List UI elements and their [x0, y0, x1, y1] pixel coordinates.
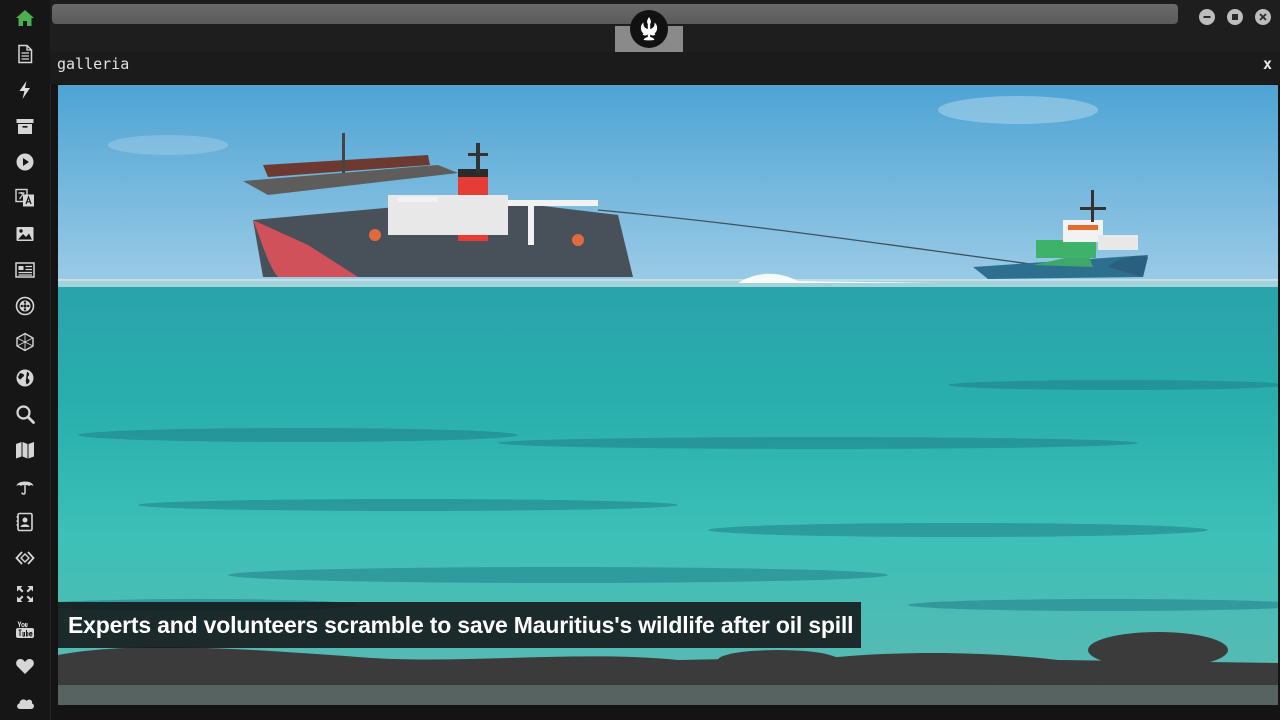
sidebar-item-cloud[interactable] — [10, 687, 40, 717]
top-bar — [50, 0, 1280, 52]
sidebar-item-lightning[interactable] — [10, 75, 40, 105]
umbrella-icon — [16, 481, 34, 495]
sidebar-item-favorites[interactable] — [10, 651, 40, 681]
gallery-panel-header: galleria x — [50, 52, 1280, 84]
search-icon — [16, 405, 35, 424]
sidebar-item-map[interactable] — [10, 435, 40, 465]
sidebar-item-umbrella[interactable] — [10, 471, 40, 501]
youtube-icon — [16, 621, 34, 638]
sidebar-item-code[interactable] — [10, 543, 40, 573]
sidebar — [0, 0, 51, 720]
globe-icon — [16, 369, 34, 387]
minimize-icon — [1203, 16, 1211, 18]
lightning-icon — [19, 81, 30, 99]
contact-card-icon — [16, 512, 33, 532]
gallery-caption: Experts and volunteers scramble to save … — [58, 602, 862, 648]
sidebar-item-home[interactable] — [10, 3, 40, 33]
home-icon — [16, 10, 34, 26]
rebel-alliance-emblem — [640, 17, 658, 41]
sidebar-item-image[interactable] — [10, 219, 40, 249]
image-icon — [16, 227, 34, 241]
play-circle-icon — [16, 153, 34, 171]
sidebar-item-globe[interactable] — [10, 363, 40, 393]
sidebar-item-expand[interactable] — [10, 579, 40, 609]
sidebar-item-hexagon[interactable] — [10, 327, 40, 357]
translate-icon — [15, 188, 34, 207]
expand-icon — [17, 586, 33, 602]
sidebar-item-play[interactable] — [10, 147, 40, 177]
hexagon-icon — [16, 332, 34, 352]
sidebar-item-news[interactable] — [10, 255, 40, 285]
sidebar-item-translate[interactable] — [10, 183, 40, 213]
panel-close-button[interactable]: x — [1263, 55, 1272, 73]
rebel-alliance-logo-icon[interactable] — [630, 10, 668, 48]
close-window-button[interactable] — [1255, 9, 1271, 25]
film-reel-icon — [15, 296, 35, 316]
sidebar-item-film[interactable] — [10, 291, 40, 321]
address-bar[interactable] — [52, 4, 1178, 24]
panel-title: galleria — [57, 55, 130, 73]
cloud-icon — [17, 699, 34, 709]
maximize-button[interactable] — [1227, 9, 1243, 25]
code-icon — [15, 551, 35, 565]
sidebar-item-document[interactable] — [10, 39, 40, 69]
sidebar-item-archive[interactable] — [10, 111, 40, 141]
document-icon — [18, 44, 33, 64]
archive-icon — [16, 119, 34, 134]
sidebar-item-youtube[interactable] — [10, 615, 40, 645]
sidebar-item-contacts[interactable] — [10, 507, 40, 537]
heart-icon — [16, 659, 34, 674]
minimize-button[interactable] — [1199, 9, 1215, 25]
sidebar-item-search[interactable] — [10, 399, 40, 429]
maximize-icon — [1232, 14, 1238, 20]
map-icon — [16, 442, 34, 459]
close-icon — [1259, 13, 1267, 21]
newspaper-icon — [15, 262, 35, 278]
